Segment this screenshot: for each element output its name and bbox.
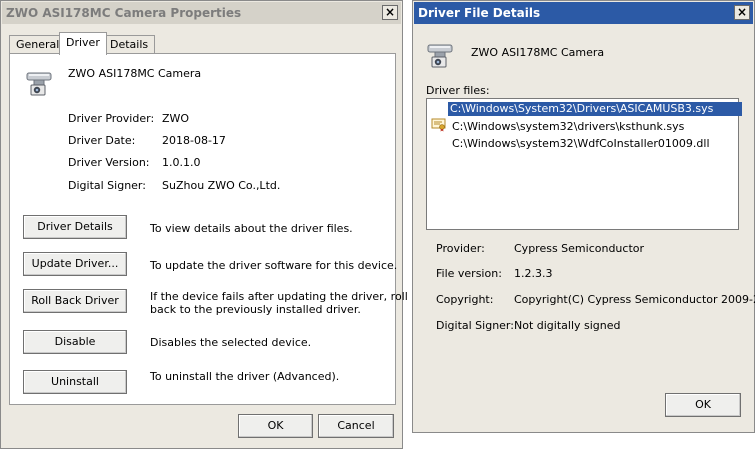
details-titlebar[interactable]: Driver File Details × [414, 2, 753, 24]
camera-device-icon [427, 44, 453, 68]
tab-details-label: Details [110, 38, 149, 51]
driver-details-button[interactable]: Driver Details [23, 215, 127, 239]
copyright-value: Copyright(C) Cypress Semiconductor 2009-… [514, 293, 755, 306]
camera-device-icon [26, 72, 52, 96]
file-item-asicamusb3[interactable]: C:\Windows\System32\Drivers\ASICAMUSB3.s… [448, 102, 742, 116]
certificate-icon [431, 118, 446, 132]
file-version-value: 1.2.3.3 [514, 267, 553, 280]
close-button[interactable]: × [382, 5, 398, 20]
driver-provider-value: ZWO [162, 112, 190, 125]
device-name: ZWO ASI178MC Camera [68, 67, 202, 80]
driver-files-label: Driver files: [426, 84, 490, 97]
cancel-button[interactable]: Cancel [318, 414, 394, 438]
roll-back-description-line1: If the device fails after updating the d… [150, 290, 408, 303]
digital-signer-label: Digital Signer: [68, 179, 146, 192]
details-title: Driver File Details [418, 6, 541, 20]
file-version-label: File version: [436, 267, 502, 280]
roll-back-driver-button[interactable]: Roll Back Driver [23, 289, 127, 313]
disable-button[interactable]: Disable [23, 330, 127, 354]
driver-date-value: 2018-08-17 [162, 134, 226, 147]
properties-titlebar[interactable]: ZWO ASI178MC Camera Properties × [2, 2, 401, 24]
disable-description: Disables the selected device. [150, 336, 312, 349]
driver-details-description: To view details about the driver files. [150, 222, 353, 235]
driver-provider-label: Driver Provider: [68, 112, 155, 125]
details-close-button[interactable]: × [734, 5, 750, 20]
properties-title: ZWO ASI178MC Camera Properties [6, 6, 242, 20]
tab-general-label: General [16, 38, 60, 51]
uninstall-description: To uninstall the driver (Advanced). [150, 370, 340, 383]
driver-version-value: 1.0.1.0 [162, 156, 201, 169]
details-ok-button[interactable]: OK [665, 393, 741, 417]
update-driver-button[interactable]: Update Driver... [23, 252, 127, 276]
file-item-ksthunk[interactable]: C:\Windows\system32\drivers\ksthunk.sys [450, 120, 686, 134]
file-item-wdfcoinstaller[interactable]: C:\Windows\system32\WdfCoInstaller01009.… [450, 137, 712, 151]
tab-driver-label: Driver [66, 36, 100, 49]
roll-back-description-line2: back to the previously installed driver. [150, 303, 361, 316]
provider-label: Provider: [436, 242, 485, 255]
details-digital-signer-value: Not digitally signed [514, 319, 621, 332]
close-icon: × [736, 5, 748, 19]
details-device-name: ZWO ASI178MC Camera [471, 46, 605, 59]
close-icon: × [384, 5, 396, 19]
provider-value: Cypress Semiconductor [514, 242, 645, 255]
driver-date-label: Driver Date: [68, 134, 136, 147]
driver-version-label: Driver Version: [68, 156, 150, 169]
driver-files-list[interactable]: C:\Windows\System32\Drivers\ASICAMUSB3.s… [426, 98, 742, 230]
uninstall-button[interactable]: Uninstall [23, 370, 127, 394]
tab-general[interactable]: General [9, 35, 67, 54]
digital-signer-value: SuZhou ZWO Co.,Ltd. [162, 179, 281, 192]
update-driver-description: To update the driver software for this d… [150, 259, 398, 272]
details-digital-signer-label: Digital Signer: [436, 319, 514, 332]
tab-driver[interactable]: Driver [59, 32, 107, 55]
tab-details[interactable]: Details [103, 35, 156, 54]
ok-button[interactable]: OK [238, 414, 313, 438]
copyright-label: Copyright: [436, 293, 494, 306]
